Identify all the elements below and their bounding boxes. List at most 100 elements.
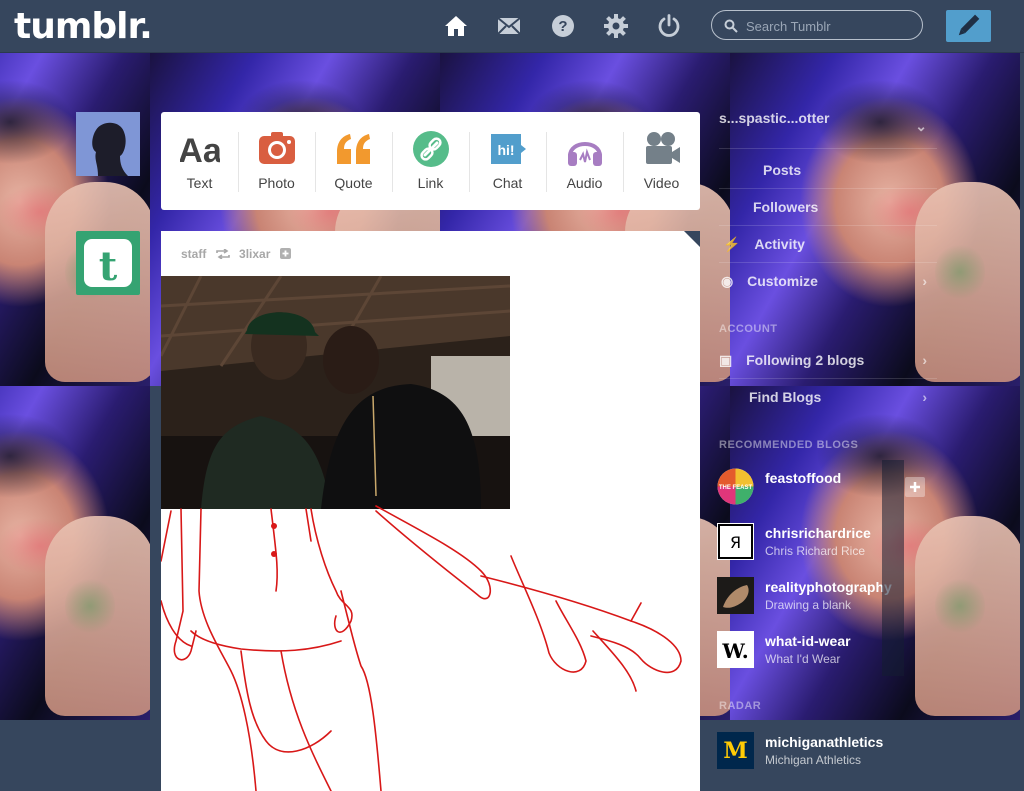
- post-author[interactable]: staff: [181, 247, 206, 261]
- sidebar-item-activity[interactable]: ⚡ Activity: [719, 236, 937, 272]
- sidebar-item-label: Posts: [763, 162, 802, 178]
- staff-avatar[interactable]: t: [76, 231, 140, 295]
- compose-post-button[interactable]: [946, 10, 991, 42]
- blog-avatar: M: [717, 732, 754, 769]
- post-type-text[interactable]: Aa Text: [161, 112, 238, 210]
- recommended-blog[interactable]: realityphotography Drawing a blank: [717, 577, 947, 619]
- post-type-label: Text: [186, 175, 213, 191]
- chevron-right-icon: ›: [922, 352, 927, 368]
- post-type-label: Chat: [492, 175, 523, 191]
- search-icon: [724, 19, 738, 33]
- activity-bolt-icon: ⚡: [723, 236, 741, 252]
- sidebar-item-customize[interactable]: ◉ Customize ›: [719, 273, 937, 309]
- tumblr-t-icon: t: [84, 239, 132, 290]
- sidebar-blog-name: s...spastic...otter: [719, 110, 830, 126]
- mail-icon[interactable]: [497, 14, 521, 38]
- svg-text:t: t: [99, 243, 118, 290]
- recommended-blog[interactable]: Я chrisrichardrice Chris Richard Rice: [717, 523, 947, 565]
- svg-text:M: M: [723, 738, 747, 764]
- sidebar-section-account: ACCOUNT: [719, 323, 778, 335]
- video-camera-icon: [645, 132, 680, 164]
- home-icon[interactable]: [444, 14, 468, 38]
- sidebar-item-label: Customize: [747, 273, 818, 289]
- reblog-icon: [215, 248, 230, 260]
- pencil-icon: [958, 14, 980, 36]
- eye-icon: ◉: [721, 273, 734, 289]
- sidebar-item-find-blogs[interactable]: Find Blogs ›: [719, 389, 937, 425]
- post-type-photo[interactable]: Photo: [238, 112, 315, 210]
- post-type-label: Photo: [258, 175, 295, 191]
- blog-name: chrisrichardrice: [765, 525, 871, 541]
- search-input[interactable]: [744, 15, 918, 37]
- blog-description: Michigan Athletics: [765, 753, 862, 767]
- sidebar-section-radar: RADAR: [719, 700, 762, 712]
- background-tile: [0, 386, 150, 720]
- sidebar-blog-switcher[interactable]: s...spastic...otter ⌄: [719, 110, 937, 149]
- blog-avatar: Я: [717, 523, 754, 560]
- tumblr-logo[interactable]: tumblr.: [14, 6, 153, 47]
- post-type-link[interactable]: Link: [392, 112, 469, 210]
- sidebar-item-label: Following 2 blogs: [746, 352, 865, 368]
- headphones-icon: [567, 142, 602, 166]
- sidebar-section-recommended: RECOMMENDED BLOGS: [719, 439, 859, 451]
- svg-text:Я: Я: [730, 533, 741, 552]
- svg-text:THE FEAST: THE FEAST: [719, 485, 753, 491]
- sidebar-item-followers[interactable]: Followers: [719, 199, 937, 235]
- blog-name: what-id-wear: [765, 633, 851, 649]
- chevron-down-icon: ⌄: [915, 118, 927, 134]
- post-type-selector: Aa Text Photo Quote Link hi! Chat Audio …: [161, 112, 700, 210]
- dashboard-post: staff 3lixar: [161, 231, 700, 791]
- background-tile: [0, 52, 150, 386]
- text-icon: Aa: [180, 132, 220, 168]
- sidebar-item-following[interactable]: ▣ Following 2 blogs ›: [719, 352, 937, 388]
- svg-text:W.: W.: [721, 639, 748, 663]
- gear-icon[interactable]: [604, 14, 628, 38]
- post-header: staff 3lixar: [181, 247, 291, 261]
- follow-plus-icon[interactable]: [905, 477, 925, 497]
- post-type-label: Audio: [566, 175, 603, 191]
- recommended-blog[interactable]: W. what-id-wear What I'd Wear: [717, 631, 947, 673]
- blog-name: michiganathletics: [765, 734, 884, 750]
- power-icon[interactable]: [657, 14, 681, 38]
- user-avatar[interactable]: [76, 112, 140, 176]
- post-type-video[interactable]: Video: [623, 112, 700, 210]
- sidebar-item-posts[interactable]: Posts: [719, 162, 937, 198]
- top-navigation-bar: tumblr. ?: [0, 0, 1024, 53]
- chat-icon: hi!: [490, 134, 526, 164]
- recommended-follow-column: [882, 460, 904, 676]
- camera-icon: [258, 132, 295, 164]
- blog-description: Drawing a blank: [765, 598, 852, 612]
- chevron-right-icon: ›: [922, 273, 927, 289]
- blog-description: What I'd Wear: [765, 652, 841, 666]
- quote-icon: [336, 134, 370, 164]
- follow-plus-icon[interactable]: [279, 248, 291, 259]
- post-type-chat[interactable]: hi! Chat: [469, 112, 546, 210]
- post-type-label: Link: [417, 175, 444, 191]
- red-line-drawing: [161, 505, 682, 791]
- svg-text:?: ?: [558, 18, 567, 35]
- blog-description: Chris Richard Rice: [765, 544, 866, 558]
- following-icon: ▣: [719, 352, 733, 368]
- blog-avatar: W.: [717, 631, 754, 668]
- chevron-right-icon: ›: [922, 389, 927, 405]
- post-type-quote[interactable]: Quote: [315, 112, 392, 210]
- post-type-label: Quote: [334, 175, 373, 191]
- search-box[interactable]: [711, 10, 923, 40]
- post-type-audio[interactable]: Audio: [546, 112, 623, 210]
- blog-name: realityphotography: [765, 579, 892, 595]
- blog-avatar: THE FEAST: [717, 468, 754, 505]
- post-type-label: Video: [643, 175, 680, 191]
- sidebar-item-label: Followers: [753, 199, 819, 215]
- dashboard-sidebar: s...spastic...otter ⌄ Posts Followers ⚡ …: [707, 96, 937, 776]
- svg-text:Aa: Aa: [180, 132, 220, 168]
- reblogged-from[interactable]: 3lixar: [239, 247, 270, 261]
- blog-name: feastoffood: [765, 470, 842, 486]
- sidebar-item-label: Activity: [754, 236, 805, 252]
- sidebar-item-label: Find Blogs: [749, 389, 822, 405]
- link-icon: [412, 131, 449, 167]
- blog-avatar: [717, 577, 754, 614]
- post-corner-fold: [684, 231, 700, 247]
- svg-text:hi!: hi!: [497, 142, 514, 158]
- help-icon[interactable]: ?: [551, 14, 575, 38]
- default-silhouette-icon: [76, 112, 140, 176]
